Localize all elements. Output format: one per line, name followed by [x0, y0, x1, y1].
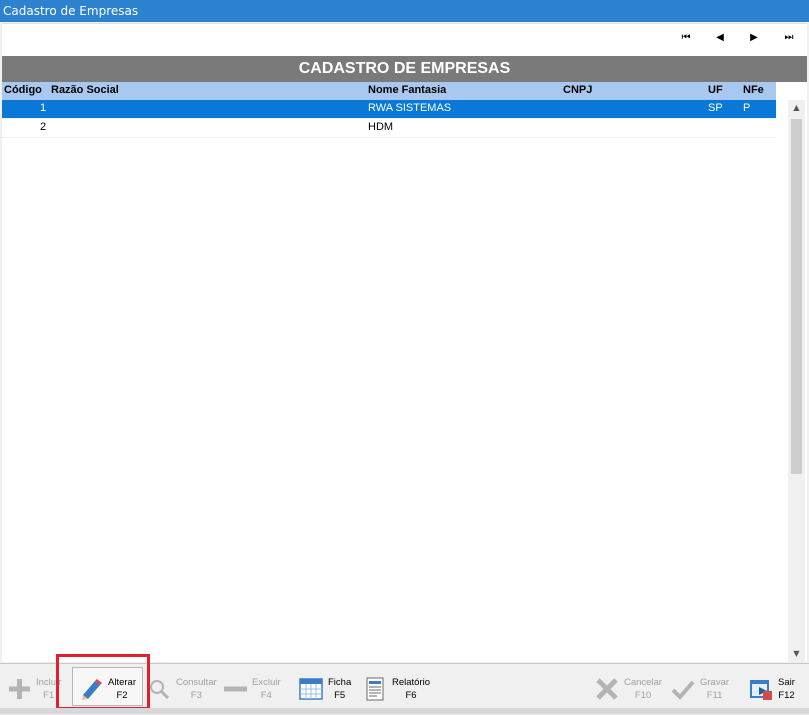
- sair-key: F12: [778, 690, 795, 701]
- cell-codigo: 2: [40, 121, 47, 133]
- sair-button[interactable]: Sair F12: [748, 668, 795, 710]
- alterar-highlight-box: [56, 654, 150, 710]
- vertical-scrollbar[interactable]: ▲ ▼: [788, 100, 805, 662]
- cell-codigo: 1: [40, 102, 47, 114]
- col-cnpj[interactable]: CNPJ: [563, 84, 592, 96]
- first-record-button[interactable]: ⏮: [676, 29, 696, 45]
- cancelar-button[interactable]: Cancelar F10: [594, 668, 662, 710]
- exit-icon: [748, 676, 774, 702]
- scroll-down-icon[interactable]: ▼: [788, 646, 805, 662]
- col-uf[interactable]: UF: [708, 84, 723, 96]
- sair-label: Sair: [778, 677, 795, 688]
- consultar-key: F3: [190, 690, 202, 701]
- next-record-button[interactable]: ▶: [744, 29, 764, 45]
- gravar-button[interactable]: Gravar F11: [670, 668, 729, 710]
- consultar-label: Consultar: [176, 677, 217, 688]
- ficha-button[interactable]: Ficha F5: [298, 668, 351, 710]
- cell-uf: SP: [708, 102, 723, 114]
- grid-header: Código Razão Social Nome Fantasia CNPJ U…: [2, 82, 776, 100]
- plus-icon: [6, 676, 32, 702]
- last-record-button[interactable]: ⏭: [779, 29, 799, 45]
- report-icon: [362, 676, 388, 702]
- table-row[interactable]: 1 RWA SISTEMAS SP P: [2, 100, 776, 119]
- scroll-up-icon[interactable]: ▲: [788, 100, 805, 116]
- x-icon: [594, 676, 620, 702]
- record-navigation: ⏮ ◀ ▶ ⏭: [2, 24, 807, 50]
- cancelar-label: Cancelar: [624, 677, 663, 688]
- cell-fantasia: RWA SISTEMAS: [368, 102, 452, 114]
- excluir-button[interactable]: Excluir F4: [222, 668, 281, 710]
- relatorio-button[interactable]: Relatório F6: [362, 668, 430, 710]
- relatorio-key: F6: [405, 690, 417, 701]
- prev-record-button[interactable]: ◀: [710, 29, 730, 45]
- minus-icon: [222, 676, 248, 702]
- consultar-button[interactable]: Consultar F3: [146, 668, 217, 710]
- gravar-key: F11: [706, 690, 723, 701]
- excluir-key: F4: [260, 690, 272, 701]
- col-codigo[interactable]: Código: [4, 84, 42, 96]
- main-panel: ⏮ ◀ ▶ ⏭ CADASTRO DE EMPRESAS Código Razã…: [2, 23, 807, 662]
- ficha-key: F5: [334, 690, 346, 701]
- table-row[interactable]: 2 HDM: [2, 119, 776, 138]
- col-nome-fantasia[interactable]: Nome Fantasia: [368, 84, 446, 96]
- cancelar-key: F10: [634, 690, 652, 701]
- excluir-label: Excluir: [252, 677, 281, 688]
- incluir-button[interactable]: Incluir F1: [6, 668, 61, 710]
- check-icon: [670, 676, 696, 702]
- col-nfe[interactable]: NFe: [743, 84, 764, 96]
- window-title: Cadastro de Empresas: [0, 0, 809, 22]
- page-title: CADASTRO DE EMPRESAS: [2, 56, 807, 82]
- bottom-strip: [0, 708, 809, 714]
- col-razao-social[interactable]: Razão Social: [51, 84, 119, 96]
- cell-fantasia: HDM: [368, 121, 394, 133]
- incluir-key: F1: [43, 690, 55, 701]
- gravar-label: Gravar: [700, 677, 730, 688]
- ficha-label: Ficha: [328, 677, 352, 688]
- calendar-icon: [298, 676, 324, 702]
- relatorio-label: Relatório: [392, 677, 431, 688]
- companies-grid: Código Razão Social Nome Fantasia CNPJ U…: [2, 82, 776, 138]
- scroll-thumb[interactable]: [791, 119, 802, 474]
- cell-nfe: P: [743, 102, 751, 114]
